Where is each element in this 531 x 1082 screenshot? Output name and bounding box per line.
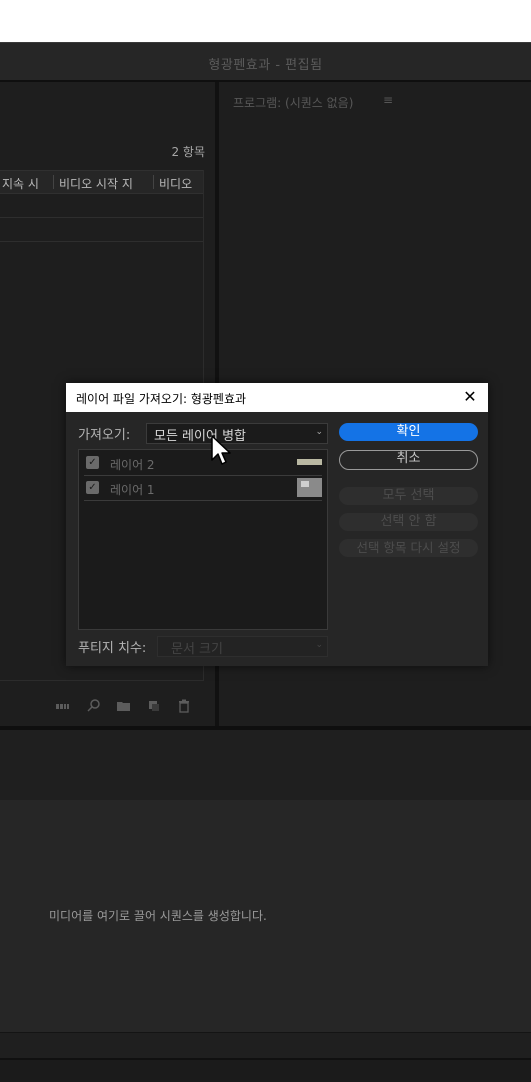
- column-duration[interactable]: 지속 시: [2, 175, 39, 192]
- window-titlebar: 형광펜효과 - 편집됨: [0, 42, 531, 81]
- dialog-titlebar: 레이어 파일 가져오기: 형광펜효과 ✕: [66, 383, 488, 412]
- column-video-in[interactable]: 비디오 시작 지: [59, 175, 133, 192]
- window-title: 형광펜효과 - 편집됨: [208, 58, 323, 73]
- mouse-cursor-icon: [211, 435, 231, 465]
- layer-thumbnail: [297, 459, 322, 465]
- timeline-hint: 미디어를 여기로 끌어 시퀀스를 생성합니다.: [49, 909, 267, 923]
- list-item[interactable]: ✓ 레이어 1: [84, 476, 322, 501]
- layer-list: ✓ 레이어 2 ✓ 레이어 1: [78, 449, 328, 630]
- column-video[interactable]: 비디오: [159, 175, 192, 192]
- close-icon[interactable]: ✕: [460, 385, 480, 409]
- timeline-header: [0, 730, 531, 800]
- footage-select-value: 문서 크기: [171, 642, 223, 657]
- column-header: 지속 시 비디오 시작 지 비디오: [0, 170, 203, 194]
- list-item[interactable]: ✓ 레이어 2: [84, 451, 322, 476]
- timeline-footer: [0, 1032, 531, 1059]
- column-divider[interactable]: [153, 175, 154, 189]
- table-row[interactable]: [0, 193, 203, 218]
- search-icon[interactable]: [87, 699, 101, 713]
- program-title: 프로그램: (시퀀스 없음): [233, 96, 354, 110]
- reset-selection-button[interactable]: 선택 항목 다시 설정: [339, 539, 478, 557]
- chevron-down-icon: ⌄: [315, 640, 323, 650]
- ok-button[interactable]: 확인: [339, 423, 478, 441]
- import-layered-file-dialog: 레이어 파일 가져오기: 형광펜효과 ✕ 가져오기: 모든 레이어 병합 ⌄ ✓…: [66, 383, 488, 666]
- trash-icon[interactable]: [177, 699, 191, 713]
- project-toolbar: [0, 689, 215, 725]
- layer-checkbox[interactable]: ✓: [86, 481, 99, 494]
- menu-icon[interactable]: ≡: [383, 93, 393, 107]
- top-blank-bar: [0, 0, 531, 42]
- footage-dimensions-label: 푸티지 치수:: [78, 641, 147, 656]
- bin-view-icon[interactable]: [56, 699, 70, 713]
- import-label: 가져오기:: [78, 428, 131, 443]
- cancel-button[interactable]: 취소: [339, 450, 478, 470]
- import-select[interactable]: 모든 레이어 병합 ⌄: [146, 423, 328, 444]
- dialog-title: 레이어 파일 가져오기: 형광펜효과: [76, 392, 247, 406]
- column-divider[interactable]: [53, 175, 54, 189]
- timeline-drop-area[interactable]: 미디어를 여기로 끌어 시퀀스를 생성합니다.: [0, 800, 531, 1032]
- select-all-button[interactable]: 모두 선택: [339, 487, 478, 505]
- chevron-down-icon: ⌄: [315, 427, 323, 437]
- new-item-icon[interactable]: [147, 699, 161, 713]
- table-row[interactable]: [0, 218, 203, 242]
- layer-label: 레이어 2: [110, 458, 155, 472]
- status-bar: [0, 1058, 531, 1082]
- layer-checkbox[interactable]: ✓: [86, 456, 99, 469]
- new-bin-icon[interactable]: [117, 699, 131, 713]
- footage-dimensions-select[interactable]: 문서 크기 ⌄: [157, 636, 328, 657]
- deselect-button[interactable]: 선택 안 함: [339, 513, 478, 531]
- item-count: 2 항목: [171, 145, 205, 159]
- layer-label: 레이어 1: [110, 483, 155, 497]
- layer-thumbnail: [297, 478, 322, 497]
